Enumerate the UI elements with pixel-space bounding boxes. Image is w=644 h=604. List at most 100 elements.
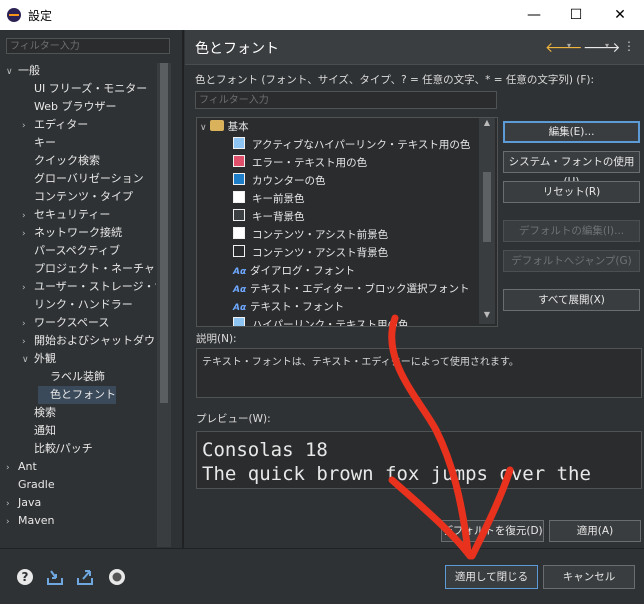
expand-all-button[interactable]: すべて展開(X) — [503, 289, 640, 311]
expand-chevron-icon[interactable]: › — [22, 333, 34, 351]
color-font-item[interactable]: コンテンツ・アシスト背景色 — [233, 244, 388, 262]
color-font-item[interactable]: キー背景色 — [233, 208, 305, 226]
tree-item[interactable]: UI フリーズ・モニター — [22, 80, 147, 98]
go-to-default-button[interactable]: デフォルトへジャンプ(G) — [503, 250, 640, 272]
color-font-label: テキスト・エディター・ブロック選択フォント — [250, 283, 470, 295]
expand-chevron-icon[interactable]: › — [22, 117, 34, 135]
tree-item[interactable]: ∨ 外観 — [22, 350, 56, 368]
tree-category-basic[interactable]: ∨ 基本 — [200, 118, 249, 136]
tree-item[interactable]: クイック検索 — [22, 152, 100, 170]
tree-item[interactable]: ラベル装飾 — [38, 368, 105, 386]
font-preview: Consolas 18 The quick brown fox jumps ov… — [196, 431, 642, 489]
tree-item[interactable]: コンテンツ・タイプ — [22, 188, 133, 206]
expand-chevron-icon[interactable]: ∨ — [22, 351, 34, 369]
expand-chevron-icon[interactable]: › — [22, 225, 34, 243]
color-font-item[interactable]: Aα テキスト・エディター・ブロック選択フォント — [233, 280, 469, 298]
expand-chevron-icon[interactable]: ∨ — [200, 123, 207, 133]
view-menu-icon[interactable]: ⋮ — [623, 39, 635, 53]
apply-and-close-button[interactable]: 適用して閉じる — [445, 565, 538, 589]
scrollbar-thumb[interactable] — [160, 63, 168, 403]
expand-chevron-icon[interactable]: ∨ — [6, 63, 18, 81]
color-swatch-icon — [233, 173, 245, 185]
color-swatch-icon — [233, 137, 245, 149]
tree-item[interactable]: パースペクティブ — [22, 242, 120, 260]
expand-chevron-icon[interactable]: › — [6, 495, 18, 513]
restore-defaults-button[interactable]: デフォルトを復元(D) — [441, 520, 544, 542]
oomph-preference-icon[interactable] — [108, 568, 126, 586]
tree-item[interactable]: キー — [22, 134, 56, 152]
maximize-button[interactable]: ☐ — [566, 5, 586, 25]
navigation-filter-input[interactable]: フィルター入力 — [6, 38, 170, 54]
edit-button[interactable]: 編集(E)... — [503, 121, 640, 143]
color-font-item[interactable]: Aα ダイアログ・フォント — [233, 262, 355, 280]
tree-item[interactable]: › 開始およびシャットダウン — [22, 332, 156, 350]
scroll-down-icon[interactable]: ▼ — [479, 310, 495, 324]
close-button[interactable]: ✕ — [610, 5, 630, 25]
colors-filter-input[interactable]: フィルター入力 — [195, 91, 497, 109]
tree-item[interactable]: › エディター — [22, 116, 88, 134]
color-font-item[interactable]: カウンターの色 — [233, 172, 326, 190]
color-font-label: アクティブなハイパーリンク・テキスト用の色 — [252, 139, 471, 151]
color-font-item[interactable]: アクティブなハイパーリンク・テキスト用の色 — [233, 136, 470, 154]
color-swatch-icon — [233, 245, 245, 257]
font-icon: Aα — [233, 285, 247, 295]
tree-item[interactable]: Web ブラウザー — [22, 98, 116, 116]
color-font-item[interactable]: キー前景色 — [233, 190, 305, 208]
tree-item[interactable]: ›ユーザー・ストレージ・サー — [22, 278, 156, 296]
tree-item[interactable]: ∨ 一般 — [6, 62, 40, 80]
scrollbar-thumb[interactable] — [483, 172, 491, 242]
eclipse-logo-icon — [7, 8, 21, 22]
navigation-scrollbar[interactable] — [157, 63, 171, 547]
tree-item-label: セキュリティー — [34, 208, 111, 221]
back-arrow-icon[interactable]: 🡐 — [545, 39, 583, 56]
expand-chevron-icon[interactable]: › — [22, 279, 34, 297]
cancel-button[interactable]: キャンセル — [543, 565, 635, 589]
forward-arrow-icon[interactable]: 🡒 — [583, 39, 621, 56]
tree-item-label: UI フリーズ・モニター — [34, 82, 148, 95]
pane-divider[interactable] — [182, 30, 184, 548]
tree-item[interactable]: 通知 — [22, 422, 56, 440]
help-icon[interactable]: ? — [16, 568, 34, 586]
tree-item[interactable]: › セキュリティー — [22, 206, 110, 224]
minimize-button[interactable]: — — [524, 5, 544, 25]
color-font-label: キー前景色 — [252, 193, 305, 205]
import-icon[interactable] — [46, 568, 64, 586]
tree-item[interactable]: 色とフォント — [38, 386, 116, 404]
color-font-item[interactable]: Aα テキスト・フォント — [233, 298, 344, 316]
expand-chevron-icon[interactable]: › — [6, 513, 18, 531]
tree-item[interactable]: › Java — [6, 494, 41, 512]
apply-button[interactable]: 適用(A) — [549, 520, 641, 542]
forward-menu-chevron-icon[interactable]: ▾ — [605, 41, 609, 50]
edit-default-button[interactable]: デフォルトの編集(I)... — [503, 220, 640, 242]
colors-tree-scrollbar[interactable]: ▲ ▼ — [479, 118, 495, 324]
tree-item[interactable]: › Maven — [6, 512, 54, 530]
expand-chevron-icon[interactable]: › — [6, 459, 18, 477]
tree-item[interactable]: 比較/パッチ — [22, 440, 93, 458]
color-font-label: ハイパーリンク・テキスト用の色 — [252, 319, 409, 327]
tree-item[interactable]: グローバリゼーション — [22, 170, 144, 188]
color-font-item[interactable]: エラー・テキスト用の色 — [233, 154, 367, 172]
expand-chevron-icon[interactable]: › — [22, 315, 34, 333]
tree-item-label: 通知 — [34, 424, 56, 437]
tree-item-label: 比較/パッチ — [34, 442, 93, 455]
tree-item-label: コンテンツ・タイプ — [34, 190, 133, 203]
back-menu-chevron-icon[interactable]: ▾ — [567, 41, 571, 50]
color-swatch-icon — [233, 227, 245, 239]
tree-item[interactable]: › ネットワーク接続 — [22, 224, 122, 242]
expand-chevron-icon[interactable]: › — [22, 207, 34, 225]
tree-item[interactable]: プロジェクト・ネーチャー — [22, 260, 156, 278]
use-system-font-button[interactable]: システム・フォントの使用(U) — [503, 151, 640, 188]
reset-button[interactable]: リセット(R) — [503, 181, 640, 203]
scroll-up-icon[interactable]: ▲ — [479, 118, 495, 132]
tree-item[interactable]: › Ant — [6, 458, 37, 476]
tree-item[interactable]: › ワークスペース — [22, 314, 109, 332]
tree-item[interactable]: 検索 — [22, 404, 56, 422]
color-font-label: ダイアログ・フォント — [250, 265, 355, 277]
tree-item[interactable]: リンク・ハンドラー — [22, 296, 133, 314]
color-font-item[interactable]: コンテンツ・アシスト前景色 — [233, 226, 388, 244]
tree-item[interactable]: Gradle — [6, 476, 55, 494]
color-font-item[interactable]: ハイパーリンク・テキスト用の色 — [233, 316, 409, 327]
export-icon[interactable] — [76, 568, 94, 586]
window-title: 設定 — [28, 9, 53, 23]
color-font-label: カウンターの色 — [252, 175, 326, 187]
